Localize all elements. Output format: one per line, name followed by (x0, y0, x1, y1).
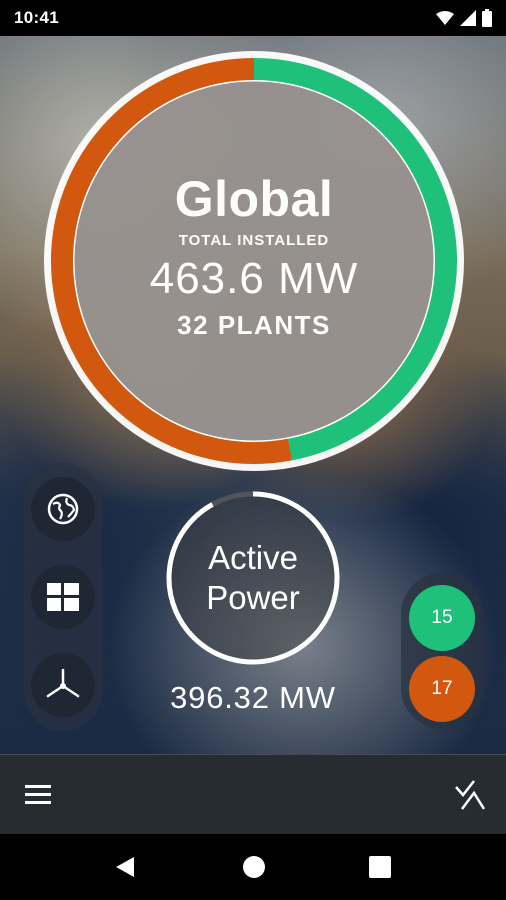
system-nav-bar (0, 834, 506, 900)
active-power-label-line2: Power (206, 579, 300, 616)
globe-button[interactable] (31, 477, 95, 541)
status-time: 10:41 (14, 8, 59, 27)
summary-total-mw: 463.6 MW (149, 254, 359, 303)
bottom-bar (0, 754, 506, 835)
grid-button[interactable] (31, 565, 95, 629)
grid-icon (47, 583, 79, 611)
summary-plants: 32 PLANTS (177, 310, 331, 340)
status-bar: 10:41 (0, 0, 506, 36)
battery-icon (482, 9, 492, 27)
menu-icon[interactable] (25, 785, 51, 805)
online-count-badge[interactable]: 15 (409, 585, 475, 651)
active-power-value: 396.32 MW (170, 680, 336, 715)
wind-turbine-icon (46, 668, 80, 698)
recents-icon[interactable] (369, 856, 391, 878)
wifi-icon (436, 11, 454, 25)
summary-title: Global (174, 171, 334, 227)
status-icons (436, 9, 492, 27)
back-icon[interactable] (114, 856, 136, 878)
logo-icon[interactable] (454, 779, 486, 811)
side-menu (24, 463, 102, 731)
global-summary-ring[interactable]: Global TOTAL INSTALLED 463.6 MW 32 PLANT… (41, 48, 467, 474)
wind-turbine-button[interactable] (31, 653, 95, 717)
active-power-label: Active Power (165, 538, 341, 618)
home-icon[interactable] (242, 855, 266, 879)
signal-icon (460, 10, 476, 26)
summary-subtitle: TOTAL INSTALLED (178, 232, 330, 249)
offline-count-badge[interactable]: 17 (409, 656, 475, 722)
globe-icon (47, 493, 79, 525)
active-power-label-line1: Active (208, 539, 298, 576)
plant-status-counts: 15 17 (401, 573, 483, 729)
